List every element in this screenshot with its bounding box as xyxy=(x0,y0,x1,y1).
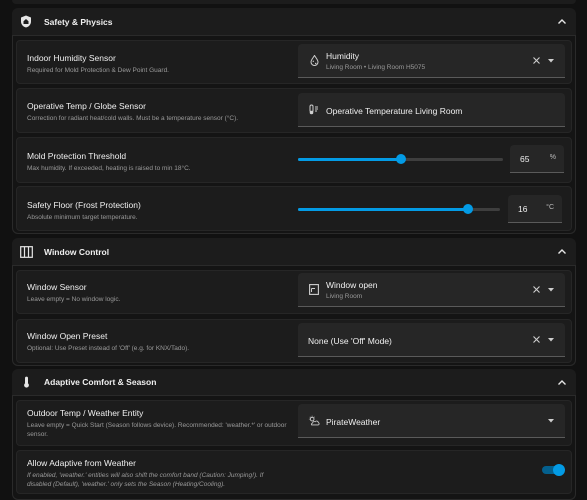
thermometer-icon xyxy=(308,104,320,116)
number-value: 65 xyxy=(520,154,530,164)
section-title: Adaptive Comfort & Season xyxy=(44,377,157,387)
dropdown-arrow-icon[interactable] xyxy=(547,336,555,344)
window-sensor-select[interactable]: Window open Living Room xyxy=(298,273,565,307)
setting-row-allow-adaptive: Allow Adaptive from Weather If enabled, … xyxy=(16,450,572,494)
dropdown-arrow-icon[interactable] xyxy=(547,417,555,425)
select-value: None (Use 'Off' Mode) xyxy=(308,336,392,346)
slider-fill xyxy=(298,158,401,161)
window-preset-select[interactable]: None (Use 'Off' Mode) xyxy=(298,323,565,357)
setting-description: Leave empty = No window logic. xyxy=(27,296,121,303)
shield-home-icon xyxy=(18,14,34,30)
setting-description: Max humidity. If exceeded, heating is ra… xyxy=(27,165,191,172)
slider-fill xyxy=(298,208,468,211)
setting-label: Window Sensor xyxy=(27,282,87,292)
previous-section-edge xyxy=(12,0,576,4)
select-value: PirateWeather xyxy=(326,417,381,427)
section-title: Safety & Physics xyxy=(44,16,113,27)
unit-label: % xyxy=(549,154,556,161)
setting-label: Allow Adaptive from Weather xyxy=(27,458,136,468)
water-percent-icon xyxy=(308,55,320,67)
select-subtitle: Living Room xyxy=(326,293,363,300)
weather-partly-cloudy-icon xyxy=(308,415,320,427)
frost-floor-slider[interactable] xyxy=(298,202,500,216)
clear-icon[interactable] xyxy=(531,335,541,345)
select-value: Window open xyxy=(326,280,378,290)
thermometer-icon xyxy=(18,374,34,390)
frost-floor-input[interactable]: 16 °C xyxy=(508,195,562,223)
setting-description: If enabled, 'weather.' entities will als… xyxy=(27,472,264,479)
slider-thumb[interactable] xyxy=(462,204,473,214)
setting-description: Optional: Use Preset instead of 'Off' (e… xyxy=(27,345,190,352)
setting-description: Leave empty = Quick Start (Season follow… xyxy=(27,422,287,429)
window-open-icon xyxy=(308,284,320,296)
chevron-up-icon[interactable] xyxy=(556,246,568,258)
setting-description: Correction for radiant heat/cold walls. … xyxy=(27,115,239,122)
setting-description: disabled (Default), 'weather.' only sets… xyxy=(27,481,226,488)
humidity-entity-select[interactable]: Humidity Living Room • Living Room H5075 xyxy=(298,44,565,78)
mold-threshold-slider[interactable] xyxy=(298,152,503,166)
clear-icon[interactable] xyxy=(531,56,541,66)
allow-adaptive-toggle[interactable] xyxy=(542,464,565,476)
select-value: Humidity xyxy=(326,51,360,61)
section-header-adaptive[interactable]: Adaptive Comfort & Season xyxy=(12,369,576,396)
select-subtitle: Living Room • Living Room H5075 xyxy=(326,64,426,71)
setting-description: Absolute minimum target temperature. xyxy=(27,214,138,221)
section-title: Window Control xyxy=(44,246,110,257)
dropdown-arrow-icon[interactable] xyxy=(547,286,555,294)
toggle-thumb[interactable] xyxy=(553,464,565,476)
setting-label: Mold Protection Threshold xyxy=(27,151,127,161)
mold-threshold-input[interactable]: 65 % xyxy=(510,145,564,173)
chevron-up-icon[interactable] xyxy=(556,376,568,388)
chevron-up-icon[interactable] xyxy=(556,16,568,28)
setting-label: Operative Temp / Globe Sensor xyxy=(27,101,146,111)
unit-label: °C xyxy=(546,204,554,211)
setting-description: Required for Mold Protection & Dew Point… xyxy=(27,67,169,74)
section-header-safety[interactable]: Safety & Physics xyxy=(12,8,576,36)
operative-entity-select[interactable]: Operative Temperature Living Room xyxy=(298,93,565,127)
number-value: 16 xyxy=(518,204,528,214)
window-icon xyxy=(18,244,34,260)
setting-label: Indoor Humidity Sensor xyxy=(27,53,116,63)
setting-label: Outdoor Temp / Weather Entity xyxy=(27,408,144,418)
dropdown-arrow-icon[interactable] xyxy=(547,57,555,65)
outdoor-entity-select[interactable]: PirateWeather xyxy=(298,404,565,438)
setting-label: Safety Floor (Frost Protection) xyxy=(27,200,141,210)
clear-icon[interactable] xyxy=(531,285,541,295)
slider-thumb[interactable] xyxy=(395,154,406,164)
section-header-window[interactable]: Window Control xyxy=(12,238,576,266)
select-value: Operative Temperature Living Room xyxy=(326,106,463,116)
setting-description: sensor. xyxy=(27,431,48,438)
setting-label: Window Open Preset xyxy=(27,331,108,341)
